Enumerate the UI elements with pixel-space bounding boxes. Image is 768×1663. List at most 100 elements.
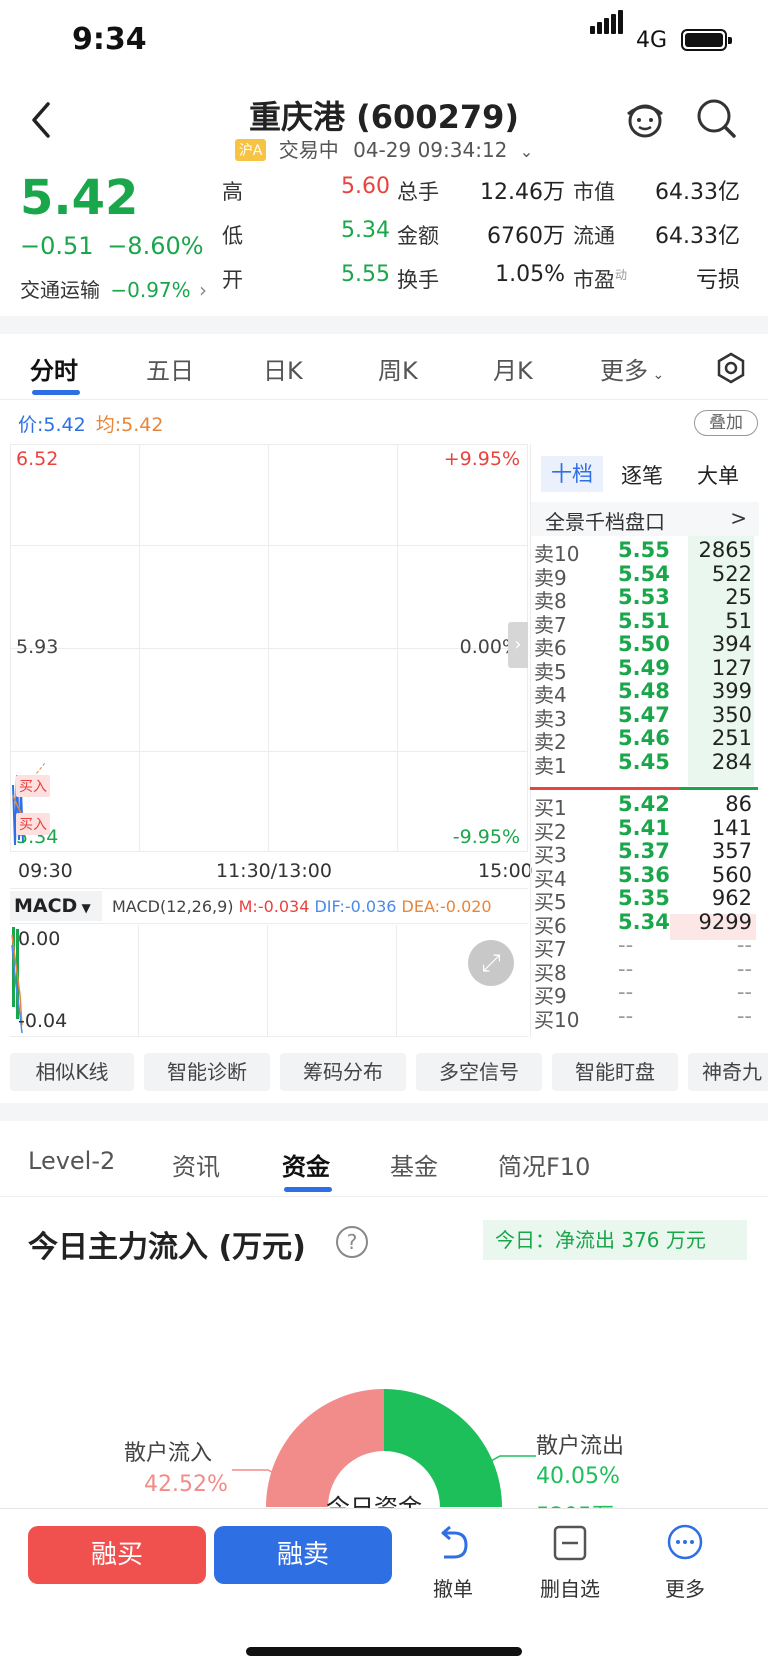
ask-level-row[interactable]: 卖9 5.54 522 — [534, 562, 756, 590]
margin-buy-button[interactable]: 融买 — [28, 1526, 206, 1584]
chart-y-max: 6.52 — [16, 448, 59, 470]
level-volume: 9299 — [698, 909, 752, 934]
more-button[interactable]: 更多 — [640, 1573, 730, 1602]
ask-level-row[interactable]: 卖2 5.46 251 — [534, 726, 756, 754]
margin-sell-button[interactable]: 融卖 — [214, 1526, 392, 1584]
bid-level-row[interactable]: 买5 5.35 962 — [534, 886, 756, 914]
tool-chip-distribution[interactable]: 筹码分布 — [280, 1053, 406, 1091]
ask-level-row[interactable]: 卖1 5.45 284 — [534, 749, 756, 778]
bid-level-row[interactable]: 买2 5.41 141 — [534, 816, 756, 844]
level-volume: 86 — [725, 792, 752, 816]
macd-dea: -0.020 — [440, 897, 492, 916]
level-volume: 560 — [711, 862, 752, 887]
network-type: 4G — [636, 28, 668, 53]
tool-smart-watch[interactable]: 智能盯盘 — [552, 1053, 678, 1091]
chart-price-info: 价:5.42 均:5.42 — [18, 410, 163, 437]
tab-profile-f10[interactable]: 简况F10 — [498, 1147, 590, 1182]
bid-level-row[interactable]: 买3 5.37 357 — [534, 839, 756, 867]
level-price: 5.42 — [618, 792, 670, 816]
open-label: 开 — [222, 268, 243, 292]
tool-similar-k[interactable]: 相似K线 — [10, 1053, 134, 1091]
buy-marker[interactable]: 买入 — [16, 813, 50, 835]
bid-level-row[interactable]: 买1 5.42 86 — [534, 792, 756, 820]
tab-fund[interactable]: 基金 — [390, 1147, 438, 1182]
macd-chart[interactable] — [10, 925, 528, 1037]
ask-level-row[interactable]: 卖3 5.47 350 — [534, 703, 756, 731]
avg-value: 5.42 — [121, 414, 164, 436]
section-divider — [0, 1103, 768, 1121]
tab-daily-k[interactable]: 日K — [263, 351, 303, 386]
price-change: −0.51 −8.60% — [20, 232, 204, 260]
level-price: 5.36 — [618, 862, 670, 887]
tool-smart-diagnosis[interactable]: 智能诊断 — [144, 1053, 270, 1091]
trading-status: 交易中 — [278, 138, 339, 162]
indicator-selector[interactable]: MACD ▼ — [10, 891, 102, 921]
remove-watchlist-button[interactable]: 删自选 — [525, 1573, 615, 1602]
more-dots-icon[interactable] — [666, 1523, 704, 1561]
undo-arrow-icon[interactable] — [436, 1523, 472, 1563]
collapse-orderbook-tab[interactable]: › — [508, 622, 528, 668]
bid-level-row[interactable]: 买4 5.36 560 — [534, 862, 756, 891]
level-price: 5.45 — [618, 749, 670, 774]
level-volume: 251 — [711, 726, 752, 750]
amount-label: 金额 — [397, 224, 439, 248]
ask-level-row[interactable]: 卖5 5.49 127 — [534, 655, 756, 684]
orderbook-tab-tick[interactable]: 逐笔 — [621, 460, 663, 490]
customer-service-icon[interactable] — [622, 96, 668, 142]
bid-level-row[interactable]: 买6 5.34 9299 — [534, 909, 756, 938]
remove-watchlist-icon[interactable] — [552, 1523, 588, 1563]
sector-link[interactable]: 交通运输 −0.97% › — [20, 274, 207, 303]
tool-bull-bear-signal[interactable]: 多空信号 — [416, 1053, 542, 1091]
bid-level-row[interactable]: 买8 -- -- — [534, 956, 756, 985]
buy-marker[interactable]: 买入 — [16, 775, 50, 797]
tab-more[interactable]: 更多 ⌄ — [600, 351, 664, 386]
high-value: 5.60 — [341, 174, 390, 199]
expand-icon[interactable]: ⤢ — [468, 940, 514, 986]
level-volume: -- — [736, 956, 752, 981]
macd-header: MACD ▼ MACD(12,26,9) M:-0.034 DIF:-0.036… — [10, 888, 528, 924]
tab-monthly-k[interactable]: 月K — [493, 351, 533, 386]
bid-level-row[interactable]: 买10 -- -- — [534, 1004, 756, 1032]
overlay-button[interactable]: 叠加 — [694, 410, 758, 436]
tab-funds-flow[interactable]: 资金 — [282, 1147, 330, 1182]
sector-name: 交通运输 — [20, 278, 100, 302]
current-price: 5.42 — [20, 170, 139, 226]
help-icon[interactable]: ? — [336, 1226, 368, 1258]
panorama-link[interactable]: 全景千档盘口 > — [531, 502, 759, 536]
bid-level-row[interactable]: 买9 -- -- — [534, 980, 756, 1008]
orderbook-tab-large[interactable]: 大单 — [697, 460, 739, 490]
level-volume: 127 — [711, 655, 752, 680]
indicator-selector-label: MACD — [14, 895, 78, 917]
tab-weekly-k[interactable]: 周K — [378, 351, 418, 386]
avg-label: 均: — [95, 414, 122, 436]
cancel-order-button[interactable]: 撤单 — [408, 1573, 498, 1602]
triangle-down-icon: ▼ — [77, 901, 91, 915]
chart-x-start: 09:30 — [18, 860, 73, 882]
ask-level-row[interactable]: 卖6 5.50 394 — [534, 632, 756, 660]
tab-intraday[interactable]: 分时 — [30, 351, 78, 386]
chart-settings-icon[interactable] — [714, 351, 748, 385]
ask-level-row[interactable]: 卖4 5.48 399 — [534, 679, 756, 707]
bid-level-row[interactable]: 买7 -- -- — [534, 933, 756, 961]
orderbook-tab-ten[interactable]: 十档 — [541, 456, 603, 492]
tab-level2[interactable]: Level-2 — [28, 1147, 115, 1175]
level-price: -- — [618, 980, 634, 1004]
mktcap-value: 64.33亿 — [655, 180, 740, 205]
chart-pct-mid: 0.00% — [459, 636, 520, 658]
active-tab-indicator — [284, 1187, 332, 1192]
level-volume: 51 — [725, 608, 752, 633]
search-icon[interactable] — [694, 96, 740, 142]
ask-level-row[interactable]: 卖7 5.51 51 — [534, 608, 756, 637]
ask-level-row[interactable]: 卖10 5.55 2865 — [534, 538, 756, 566]
level-label: 买10 — [534, 1007, 580, 1032]
chart-pct-max: +9.95% — [443, 448, 520, 470]
ask-level-row[interactable]: 卖8 5.53 25 — [534, 585, 756, 613]
fund-flow-title: 今日主力流入 (万元) — [28, 1230, 306, 1265]
tab-five-day[interactable]: 五日 — [146, 351, 194, 386]
tab-news[interactable]: 资讯 — [172, 1147, 220, 1182]
tool-magic-nine[interactable]: 神奇九 — [688, 1053, 768, 1091]
level-price: -- — [618, 933, 634, 957]
macd-dif-label: DIF: — [314, 897, 345, 916]
battery-icon — [681, 29, 732, 51]
retail-out-amount: 5205万 — [536, 1498, 614, 1508]
